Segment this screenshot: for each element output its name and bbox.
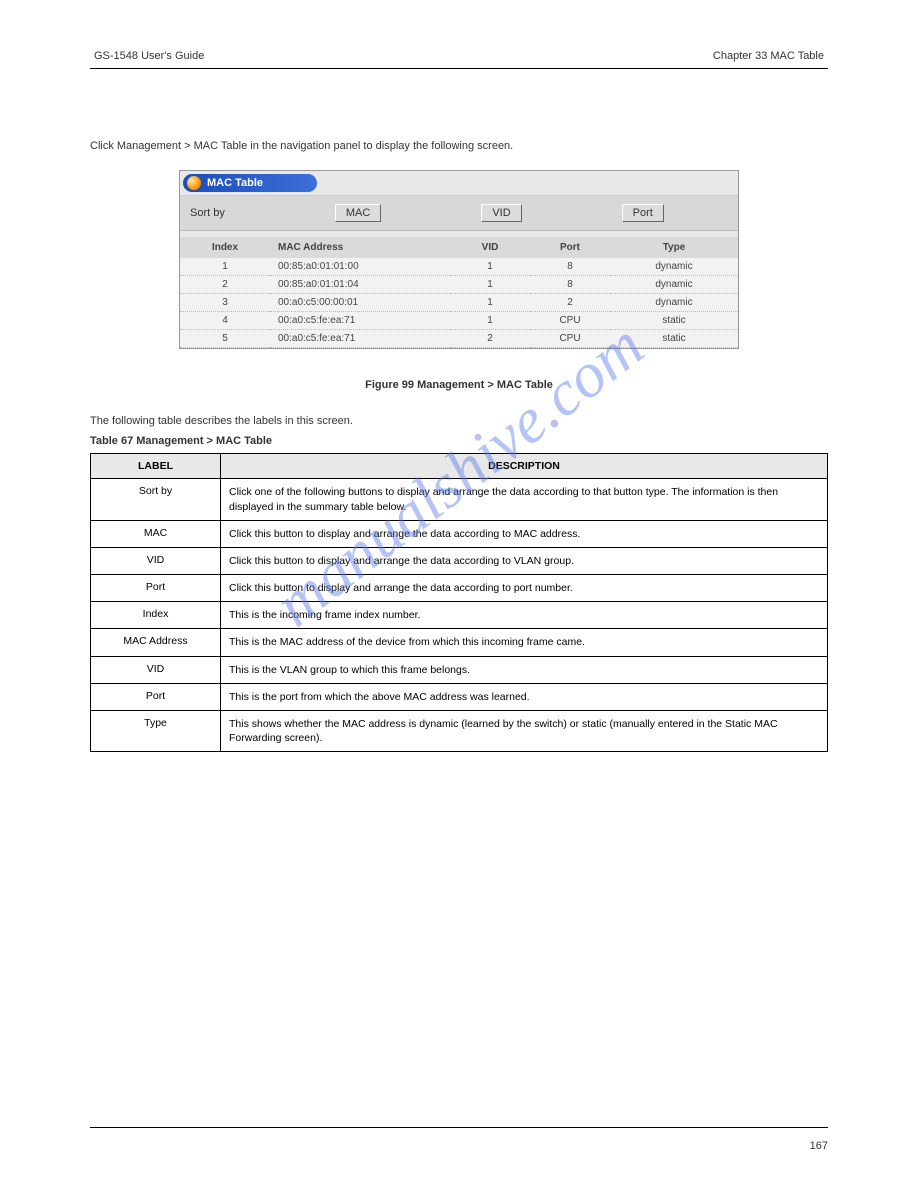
sort-mac-button[interactable]: MAC	[335, 204, 381, 222]
description-table: LABEL DESCRIPTION Sort byClick one of th…	[90, 453, 828, 752]
table-caption: Table 67 Management > MAC Table	[90, 435, 828, 447]
header-right: Chapter 33 MAC Table	[713, 50, 824, 62]
sort-label: Sort by	[190, 207, 225, 219]
col-mac: MAC Address	[270, 237, 450, 258]
desc-header: DESCRIPTION	[221, 454, 828, 479]
panel-title: MAC Table	[207, 177, 313, 189]
sort-row: Sort by MAC VID Port	[180, 195, 738, 231]
sort-vid-button[interactable]: VID	[481, 204, 521, 222]
desc-row: TypeThis shows whether the MAC address i…	[91, 710, 828, 751]
sort-port-button[interactable]: Port	[622, 204, 664, 222]
desc-row: Sort byClick one of the following button…	[91, 479, 828, 520]
table-row: 3 00:a0:c5:00:00:01 1 2 dynamic	[180, 294, 738, 312]
table-row: 5 00:a0:c5:fe:ea:71 2 CPU static	[180, 330, 738, 348]
intro-paragraph: Click Management > MAC Table in the navi…	[90, 139, 828, 154]
table-row: 2 00:85:a0:01:01:04 1 8 dynamic	[180, 276, 738, 294]
col-port: Port	[530, 237, 610, 258]
desc-row: VIDClick this button to display and arra…	[91, 547, 828, 574]
desc-row: VIDThis is the VLAN group to which this …	[91, 656, 828, 683]
page-number: 167	[90, 1140, 828, 1152]
desc-row: PortClick this button to display and arr…	[91, 575, 828, 602]
top-rule	[90, 68, 828, 69]
table-intro: The following table describes the labels…	[90, 415, 828, 427]
footer-rule	[90, 1127, 828, 1128]
col-type: Type	[610, 237, 738, 258]
figure-screenshot: MAC Table Sort by MAC VID Port Index MAC…	[179, 170, 739, 349]
figure-caption: Figure 99 Management > MAC Table	[90, 379, 828, 391]
desc-row: IndexThis is the incoming frame index nu…	[91, 602, 828, 629]
desc-row: PortThis is the port from which the abov…	[91, 683, 828, 710]
desc-row: MAC AddressThis is the MAC address of th…	[91, 629, 828, 656]
orb-icon	[187, 176, 201, 190]
table-row: 4 00:a0:c5:fe:ea:71 1 CPU static	[180, 312, 738, 330]
col-vid: VID	[450, 237, 530, 258]
header-left: GS-1548 User's Guide	[94, 50, 204, 62]
col-index: Index	[180, 237, 270, 258]
label-header: LABEL	[91, 454, 221, 479]
mac-table: Index MAC Address VID Port Type 1 00:85:…	[180, 237, 738, 348]
desc-row: MACClick this button to display and arra…	[91, 520, 828, 547]
table-row: 1 00:85:a0:01:01:00 1 8 dynamic	[180, 258, 738, 276]
